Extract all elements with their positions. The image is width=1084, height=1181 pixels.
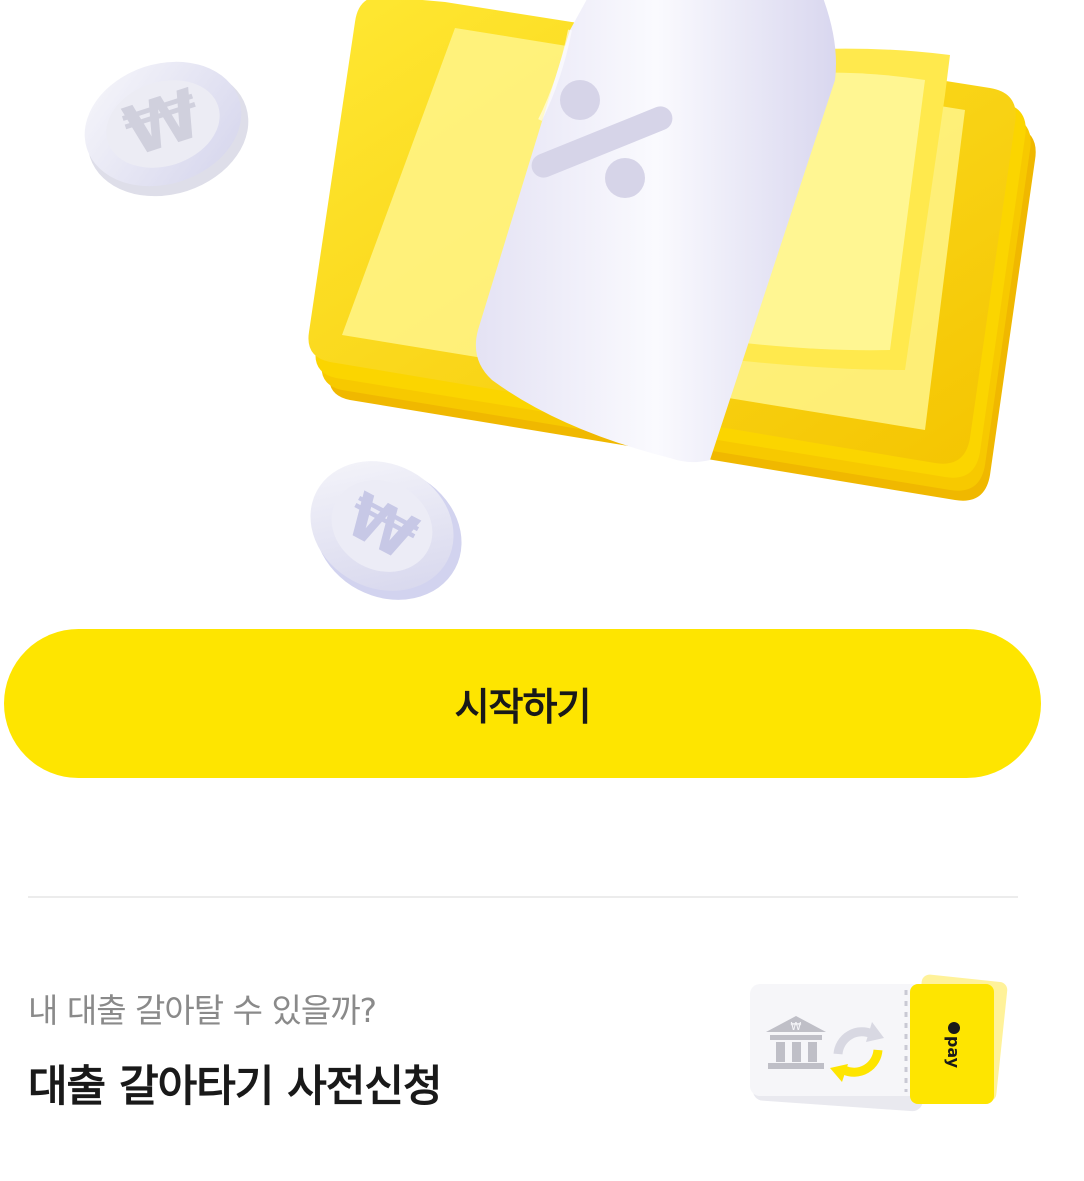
hero-illustration: ₩ ₩ bbox=[0, 0, 1084, 620]
start-button[interactable]: 시작하기 bbox=[4, 629, 1041, 778]
svg-text:₩: ₩ bbox=[791, 1020, 802, 1033]
money-bundle-icon bbox=[308, 0, 1036, 501]
won-coin-icon: ₩ bbox=[310, 461, 462, 600]
promo-title: 대출 갈아타기 사전신청 bbox=[28, 1062, 443, 1112]
start-button-label: 시작하기 bbox=[454, 685, 592, 729]
won-coin-icon: ₩ bbox=[84, 61, 249, 197]
loan-transfer-promo-card[interactable]: 내 대출 갈아탈 수 있을까? 대출 갈아타기 사전신청 ₩ pay bbox=[0, 960, 1084, 1130]
promo-subtitle: 내 대출 갈아탈 수 있을까? bbox=[28, 991, 377, 1030]
pay-ticket-text: pay bbox=[944, 1036, 963, 1069]
loan-transfer-illustration: ₩ pay bbox=[744, 974, 1014, 1124]
section-divider bbox=[28, 896, 1018, 898]
